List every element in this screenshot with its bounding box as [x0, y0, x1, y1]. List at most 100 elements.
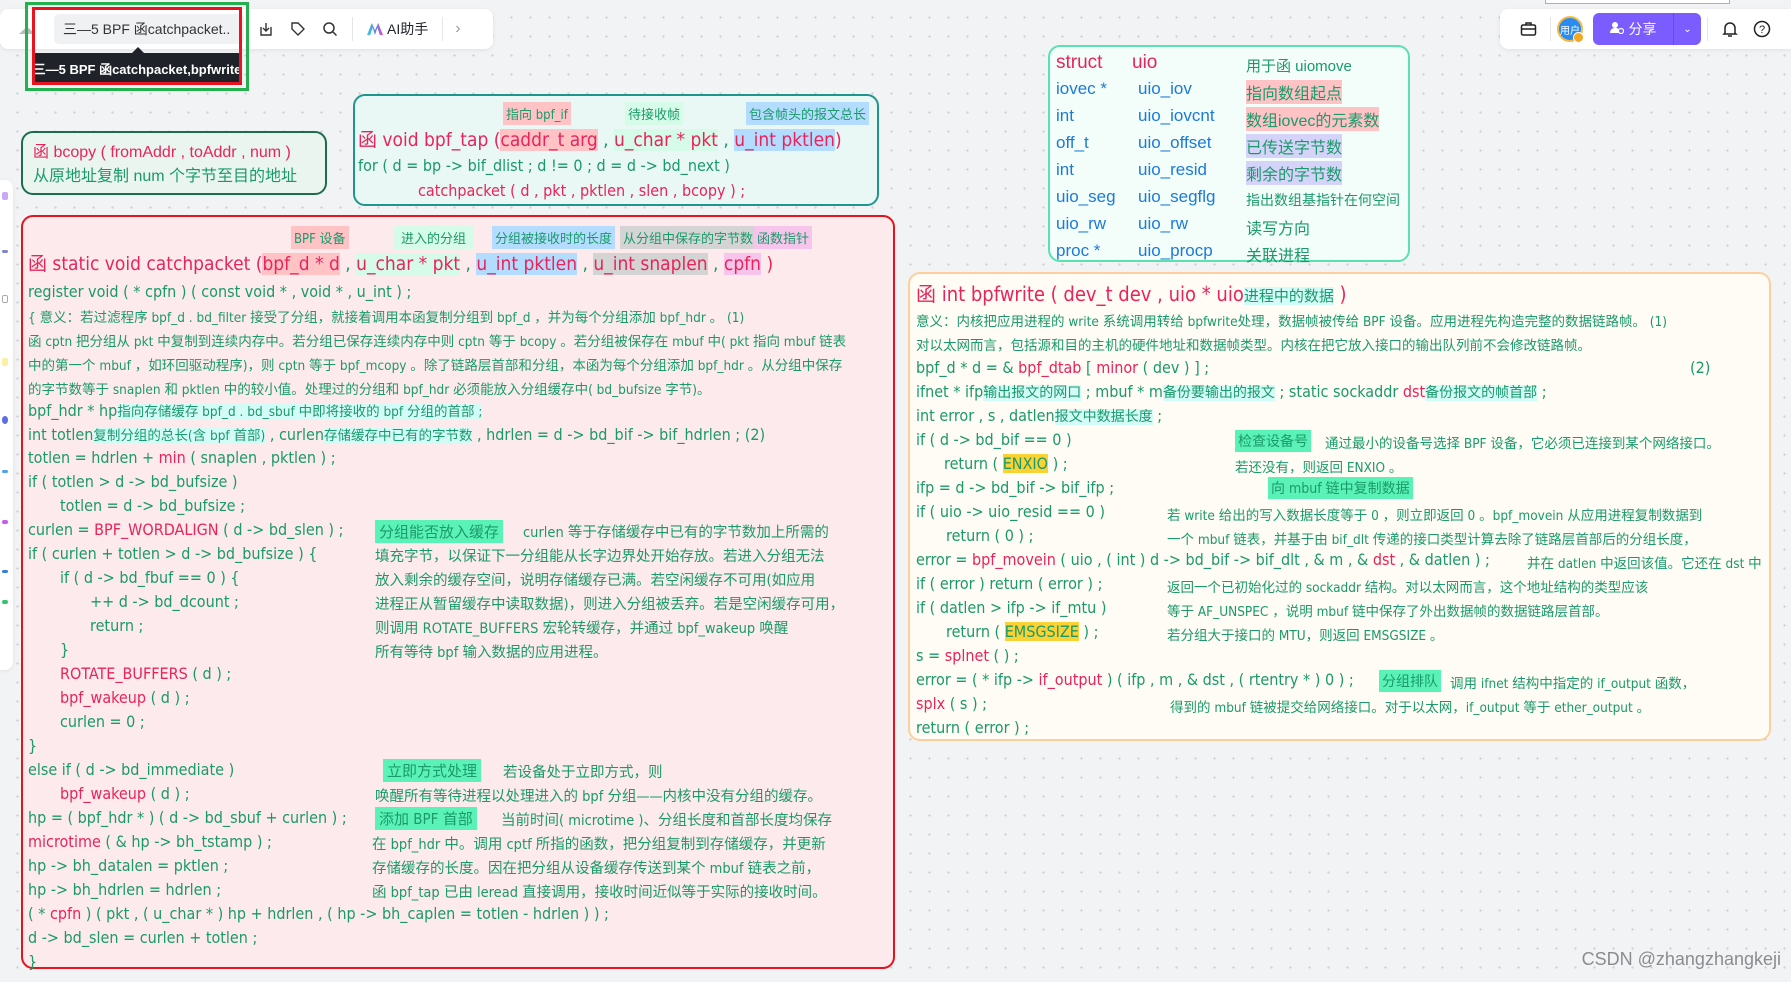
code-line: error = ( * ifp -> if_output ) ( ifp , m… [916, 670, 1354, 689]
note-line: 调用 ifnet 结构中指定的 if_output 函数， [1450, 676, 1696, 692]
avatar-text: 用户 [1560, 25, 1580, 37]
connector-icon[interactable] [2, 570, 8, 573]
note-line: 放入剩余的缓存空间，说明存储缓存已满。若空闲缓存不可用(如应用 [375, 573, 816, 589]
code-line: if ( curlen + totlen > d -> bd_bufsize )… [28, 544, 318, 563]
table-icon[interactable] [2, 600, 8, 604]
notification-bell-icon[interactable] [1714, 13, 1746, 45]
tool-icon[interactable] [2, 250, 8, 253]
bpf-tap-card[interactable]: 指向 bpf_if 待接收帧 包含帧头的报文总长 函 void bpf_tap … [353, 94, 879, 206]
struct-note: 用于函 uiomove [1246, 58, 1352, 75]
code-line: totlen = d -> bd_bufsize ; [60, 496, 245, 515]
help-icon[interactable]: ? [1746, 13, 1778, 45]
meaning-line: 的字节数等于 snaplen 和 pktlen 中的较小值。处理过的分组和 bp… [28, 382, 711, 398]
param-note: 函数指针 [754, 226, 813, 249]
tool-icon[interactable] [2, 470, 8, 473]
field-name: uio_procp [1138, 241, 1213, 260]
macro-name: BPF_WORDALIGN [94, 520, 219, 539]
pen-icon[interactable] [2, 520, 8, 524]
note-line: 等于 AF_UNSPEC ，说明 mbuf 链中保存了外出数据帧的数据链路层首部… [1167, 604, 1609, 620]
tag-icon[interactable] [282, 13, 314, 45]
code-line: hp -> bh_datalen = pktlen ; [28, 856, 229, 875]
code-line: return ; [90, 616, 144, 635]
code-line: return ( ENXIO ) ; [944, 454, 1068, 473]
note-line: 填充字节，以保证下一分组能从长字边界处开始存放。若进入分组无法 [375, 549, 825, 565]
code-line: ifp = d -> bd_bif -> bif_ifp ; [916, 478, 1115, 497]
note-line: 唤醒所有等待进程以处理进入的 bpf 分组——内核中没有分组的缓存。 [375, 789, 823, 805]
note-tag: 分组能否放入缓存 [375, 520, 504, 543]
code-line: curlen = 0 ; [60, 712, 145, 731]
field-type: int [1056, 160, 1074, 179]
code-line: if ( d -> bd_fbuf == 0 ) { [60, 568, 240, 587]
share-dropdown-chevron-icon[interactable]: ⌄ [1673, 13, 1701, 45]
catchpacket-signature: 函 static void catchpacket (bpf_d * d , u… [28, 253, 774, 275]
code: , curlen [265, 425, 324, 444]
code-line: ++ d -> bd_dcount ; [90, 592, 239, 611]
code-line: microtime ( & hp -> bh_tstamp ) ; [28, 832, 272, 851]
field-type: off_t [1056, 133, 1089, 152]
note-line: 返回一个已初始化过的 sockaddr 结构。对以太网而言，这个地址结构的类型应… [1167, 580, 1649, 596]
briefcase-icon[interactable] [1512, 13, 1544, 45]
svg-text:?: ? [1759, 24, 1765, 36]
note-tag: 检查设备号 [1235, 430, 1311, 452]
field-name: uio_offset [1138, 133, 1212, 152]
note-line: curlen 等于存储缓存中已有的字节数加上所需的 [523, 525, 829, 541]
ai-assistant-label: AI助手 [387, 21, 429, 37]
share-label: 分享 [1628, 21, 1657, 37]
search-icon[interactable] [314, 13, 346, 45]
note-tag: 添加 BPF 首部 [375, 807, 477, 830]
field-type: uio_rw [1056, 214, 1107, 233]
field-type: uio_seg [1056, 187, 1116, 206]
ai-logo-icon [367, 23, 383, 35]
download-icon[interactable] [250, 13, 282, 45]
code-line: bpf_hdr * hp指向存储缓存 bpf_d . bd_sbuf 中即将接收… [28, 400, 483, 420]
toolbar-divider [1707, 17, 1708, 41]
param-note: 分组被接收时的长度 [492, 226, 616, 249]
field-note: 剩余的字节数 [1246, 161, 1343, 185]
code-line: } [28, 736, 38, 755]
register-line: register void ( * cpfn ) ( const void * … [28, 282, 412, 301]
tool-icon[interactable] [2, 192, 8, 200]
note-line: 若还没有，则返回 ENXIO 。 [1235, 460, 1403, 476]
note-line: 函 bpf_tap 已由 leread 直接调用，接收时间近似等于实际的接收时间… [372, 885, 827, 901]
share-button[interactable]: 分享 ⌄ [1593, 13, 1701, 45]
catchpacket-card[interactable]: BPF 设备 进入的分组 分组被接收时的长度 从分组中保存的字节数 函数指针 函… [21, 215, 895, 971]
field-note: 关联进程 [1246, 248, 1311, 265]
note-line: 一个 mbuf 链表，并基于由 bif_dlt 传递的接口类型计算去除了链路层首… [1167, 532, 1697, 548]
param: cpfn [723, 253, 762, 275]
note-line: 进程正从暂留缓存中读取数据)，则进入分组被丢弃。若是空闲缓存可用， [375, 597, 845, 613]
shape-icon[interactable] [2, 416, 8, 424]
code-line: hp = ( bpf_hdr * ) ( d -> bd_sbuf + curl… [28, 808, 347, 827]
function-name: min [158, 448, 186, 467]
user-avatar[interactable]: 用户 [1557, 16, 1584, 43]
param-note: 从分组中保存的字节数 [620, 226, 757, 249]
chevron-right-icon[interactable]: › [455, 20, 460, 38]
meaning-line: 意义：内核把应用进程的 write 系统调用转给 bpfwrite处理，数据帧被… [916, 314, 1668, 330]
sticky-note-icon[interactable] [2, 358, 8, 366]
field-name: uio_segflg [1138, 187, 1216, 206]
param: caddr_t arg [500, 129, 598, 151]
note-tag: 立即方式处理 [383, 759, 482, 782]
share-main[interactable]: 分享 [1593, 13, 1673, 45]
field-type: iovec * [1056, 79, 1108, 98]
code-line: if ( error ) return ( error ) ; [916, 574, 1103, 593]
note-line: 则调用 ROTATE_BUFFERS 宏轮转缓存，并通过 bpf_wakeup … [375, 621, 789, 637]
ai-assistant-button[interactable]: AI助手 [359, 19, 436, 39]
sig-suffix: ) [761, 253, 774, 275]
bcopy-card[interactable]: 函 bcopy ( fromAddr , toAddr , num ) 从原地址… [21, 131, 327, 195]
code-line: ROTATE_BUFFERS ( d ) ; [60, 664, 232, 683]
field-name: uio_iov [1138, 79, 1192, 98]
struct-name: uio [1132, 52, 1158, 73]
tool-icon[interactable] [2, 295, 8, 303]
meaning-line: 中的第一个 mbuf ，如环回驱动程序)，则 cptn 等于 bpf_mcopy… [28, 358, 843, 374]
param: bpf_d * d [262, 253, 340, 275]
note-line: 若 write 给出的写入数据长度等于 0 ，则立即返回 0 。bpf_move… [1167, 508, 1703, 524]
code-line: totlen = hdrlen + min ( snaplen , pktlen… [28, 448, 336, 467]
field-note: 数组iovec的元素数 [1246, 107, 1380, 131]
bpfwrite-card[interactable]: 函 int bpfwrite ( dev_t dev , uio * uio进程… [908, 272, 1771, 741]
meaning-line: 对以太网而言，包括源和目的主机的硬件地址和数据帧类型。内核在把它放入接口的输出队… [916, 338, 1591, 354]
field-type: int [1056, 106, 1074, 125]
code-line: int totlen复制分组的总长(含 bpf 首部) , curlen存储缓存… [28, 424, 765, 444]
left-tool-rail[interactable] [0, 180, 13, 670]
struct-uio-card[interactable]: struct uio 用于函 uiomove iovec * uio_iov 指向数… [1048, 45, 1410, 265]
code-line: return ( 0 ) ; [946, 526, 1034, 545]
